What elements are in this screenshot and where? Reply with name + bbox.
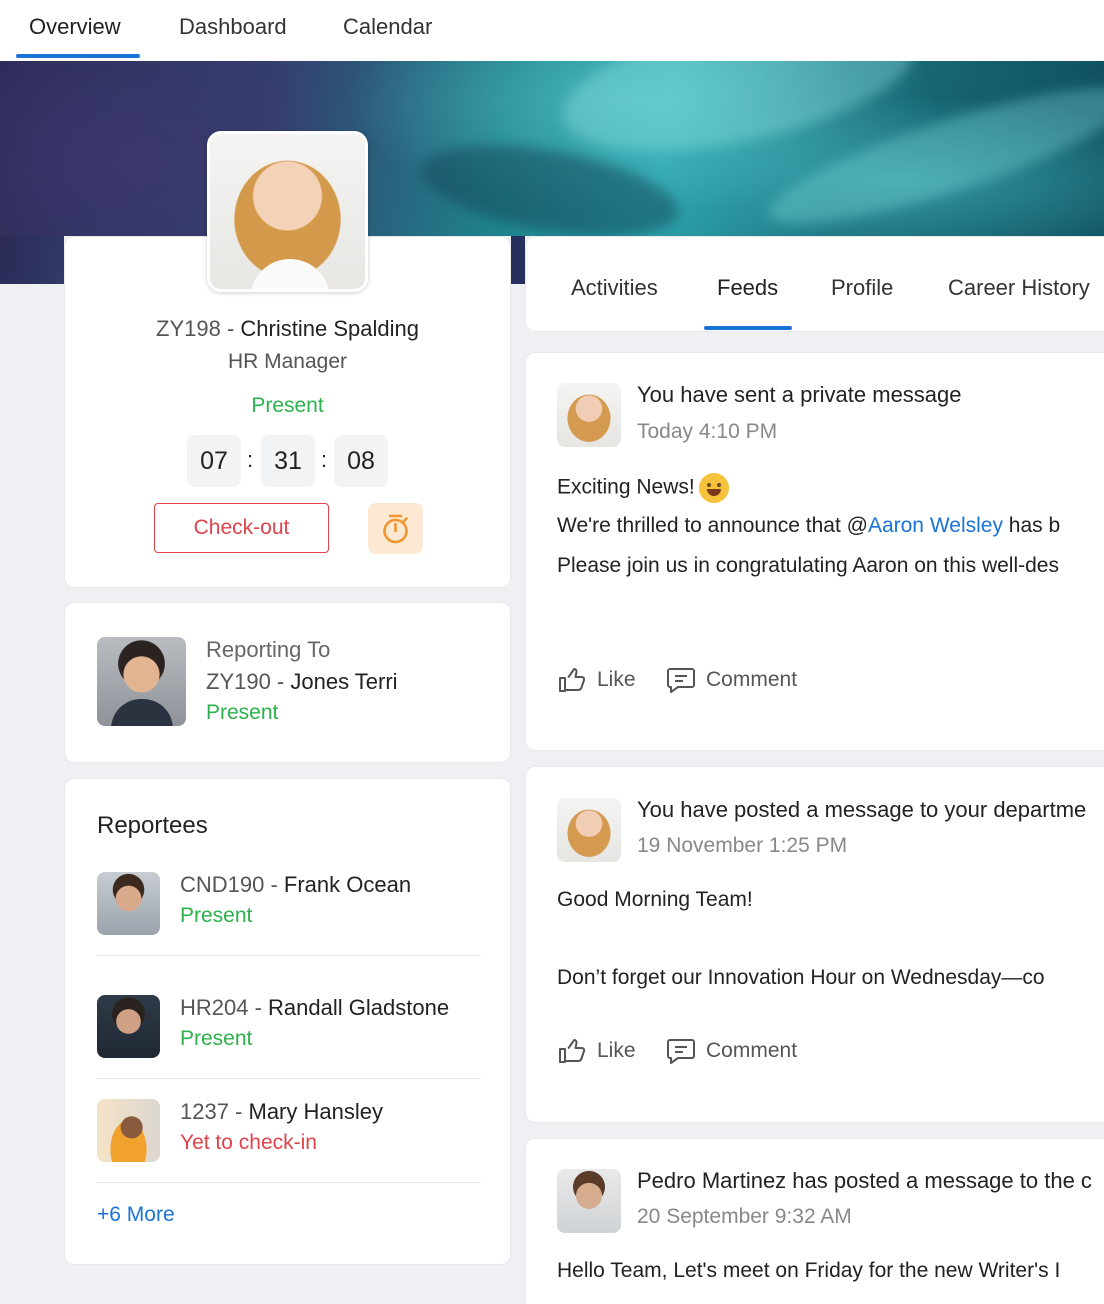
timer-minutes: 31 xyxy=(261,435,315,487)
thumbs-up-icon xyxy=(559,668,586,692)
comment-icon xyxy=(667,668,695,693)
like-button[interactable]: Like xyxy=(557,668,637,694)
post-time: 20 September 9:32 AM xyxy=(637,1205,852,1228)
reportee-item[interactable]: CND190 - Frank Ocean Present xyxy=(97,872,481,972)
post-text-segment: We're thrilled to announce that @ xyxy=(557,514,868,537)
like-label: Like xyxy=(597,1039,636,1062)
reportee-status: Present xyxy=(180,904,253,927)
timer-separator: : xyxy=(247,447,254,472)
cover-banner xyxy=(0,61,1104,236)
post-text-segment: has b xyxy=(1002,514,1061,537)
reportee-status: Yet to check-in xyxy=(180,1131,317,1154)
comment-label: Comment xyxy=(706,1039,798,1062)
avatar xyxy=(207,131,368,292)
avatar xyxy=(557,798,621,862)
reportee-name: 1237 - Mary Hansley xyxy=(180,1099,383,1125)
cover-banner-edge xyxy=(0,236,64,284)
post-time: Today 4:10 PM xyxy=(637,420,778,443)
divider xyxy=(97,1182,481,1183)
post-body-line: Please join us in congratulating Aaron o… xyxy=(557,554,1059,577)
reportees-title: Reportees xyxy=(97,812,208,839)
divider xyxy=(97,1078,481,1079)
employee-full-name: Christine Spalding xyxy=(240,316,419,341)
comment-button[interactable]: Comment xyxy=(666,668,806,694)
reportee-code: HR204 - xyxy=(180,995,269,1020)
reportee-full-name: Frank Ocean xyxy=(283,872,412,897)
post-header: You have sent a private message xyxy=(637,382,962,407)
active-tab-indicator xyxy=(16,54,140,58)
reporting-label: Reporting To xyxy=(206,637,331,662)
manager-full-name: Jones Terri xyxy=(290,669,398,694)
post-header: Pedro Martinez has posted a message to t… xyxy=(637,1168,1092,1193)
manager-code: ZY190 - xyxy=(206,669,291,694)
thumbs-up-icon xyxy=(559,1039,586,1063)
grinning-emoji-icon xyxy=(698,473,729,503)
manager-avatar xyxy=(97,637,186,726)
post-title-text: Exciting News! xyxy=(557,475,695,499)
reportee-full-name: Randall Gladstone xyxy=(268,995,450,1020)
divider xyxy=(97,955,481,956)
like-label: Like xyxy=(597,668,636,691)
post-time: 19 November 1:25 PM xyxy=(637,834,848,857)
more-reportees-link[interactable]: +6 More xyxy=(97,1203,175,1227)
post-body-line: Hello Team, Let's meet on Friday for the… xyxy=(557,1259,1061,1282)
reportee-code: 1237 - xyxy=(180,1099,249,1124)
checkout-button[interactable]: Check-out xyxy=(154,503,329,553)
employee-designation: HR Manager xyxy=(227,350,348,373)
avatar xyxy=(97,1099,160,1162)
avatar xyxy=(557,383,621,447)
like-button[interactable]: Like xyxy=(557,1039,637,1065)
tab-calendar[interactable]: Calendar xyxy=(343,14,432,40)
post-header: You have posted a message to your depart… xyxy=(637,797,1087,822)
timer-hours: 07 xyxy=(187,435,241,487)
reportee-full-name: Mary Hansley xyxy=(248,1099,383,1124)
reportee-code: CND190 - xyxy=(180,872,284,897)
timer-separator: : xyxy=(321,447,328,472)
tab-activities[interactable]: Activities xyxy=(571,275,658,301)
avatar xyxy=(557,1169,621,1233)
employee-code: ZY198 - xyxy=(156,316,241,341)
attendance-status: Present xyxy=(251,394,324,417)
manager-status: Present xyxy=(206,701,279,724)
tab-feeds[interactable]: Feeds xyxy=(717,275,778,301)
top-nav: Overview Dashboard Calendar xyxy=(0,0,1104,61)
tab-career-history[interactable]: Career History xyxy=(948,275,1090,301)
reportee-name: HR204 - Randall Gladstone xyxy=(180,995,449,1021)
tab-profile[interactable]: Profile xyxy=(831,275,893,301)
comment-label: Comment xyxy=(706,668,798,691)
post-body-line: Don’t forget our Innovation Hour on Wedn… xyxy=(557,966,1045,989)
manager-name[interactable]: ZY190 - Jones Terri xyxy=(206,669,398,695)
post-body-line: We're thrilled to announce that @Aaron W… xyxy=(557,514,1060,538)
timer-seconds: 08 xyxy=(334,435,388,487)
reportee-name: CND190 - Frank Ocean xyxy=(180,872,411,898)
stopwatch-icon xyxy=(383,514,408,544)
reportee-status: Present xyxy=(180,1027,253,1050)
tab-dashboard[interactable]: Dashboard xyxy=(179,14,287,40)
active-tab-indicator xyxy=(704,326,792,330)
user-mention-link[interactable]: Aaron Welsley xyxy=(868,514,1003,537)
avatar xyxy=(97,872,160,935)
comment-button[interactable]: Comment xyxy=(666,1039,806,1065)
post-body-line: Good Morning Team! xyxy=(557,888,753,911)
reportee-item[interactable]: HR204 - Randall Gladstone Present xyxy=(97,995,481,1095)
cover-banner-gap xyxy=(511,236,525,284)
tab-overview[interactable]: Overview xyxy=(29,14,121,40)
employee-name: ZY198 - Christine Spalding xyxy=(64,316,511,342)
comment-icon xyxy=(667,1039,695,1064)
avatar xyxy=(97,995,160,1058)
reportee-item[interactable]: 1237 - Mary Hansley Yet to check-in xyxy=(97,1099,481,1199)
post-title: Exciting News! xyxy=(557,473,729,503)
timer-button[interactable] xyxy=(368,503,423,554)
